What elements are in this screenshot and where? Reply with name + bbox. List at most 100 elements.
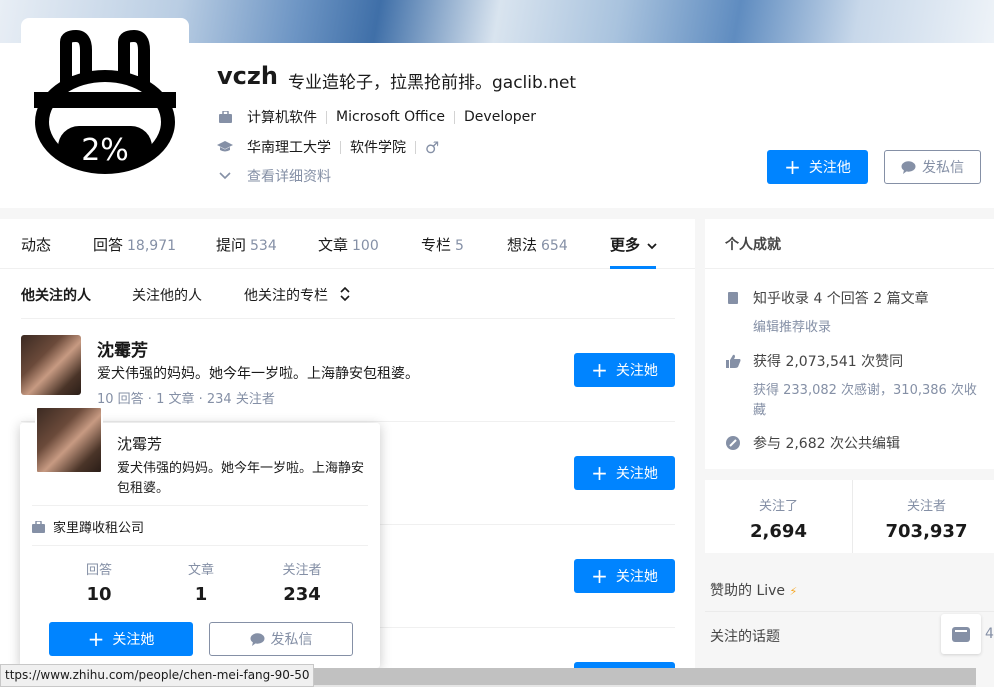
plus-icon: + [591,358,608,382]
education-school: 华南理工大学 [247,140,331,156]
browser-status-bar: ttps://www.zhihu.com/people/chen-mei-fan… [0,664,315,687]
plus-icon: + [591,564,608,588]
user-meta: 10 回答 · 1 文章 · 234 关注者 [97,392,275,407]
popover-stat-followers[interactable]: 关注者 234 [262,559,342,605]
tab-answers[interactable]: 回答 18,971 [93,234,176,255]
popover-stat-answers[interactable]: 回答 10 [59,559,139,605]
user-bio: 爱犬伟强的妈妈。她今年一岁啦。上海静安包租婆。 [97,366,419,382]
collected-row: 知乎收录 4 个回答 2 篇文章 [725,288,929,308]
send-message-label: 发私信 [922,160,964,176]
popover-user-bio: 爱犬伟强的妈妈。她今年一岁啦。上海静安包租婆。 [117,461,365,496]
tab-columns[interactable]: 专栏 5 [421,234,464,255]
divider [705,611,994,612]
popover-avatar[interactable] [35,406,103,474]
follow-her-label: 关注她 [615,363,658,379]
graduation-cap-icon [217,139,233,155]
plus-icon: + [784,155,801,179]
popover-follow-label: 关注她 [112,632,155,648]
bookmark-icon [725,290,741,306]
divider [326,110,327,124]
popover-stat-articles[interactable]: 文章 1 [161,559,241,605]
chevron-down-icon [647,236,657,254]
pencil-circle-icon [725,435,741,451]
chevron-down-icon [217,168,233,184]
follow-counts-card: 关注了 2,694 关注者 703,937 [705,480,994,553]
send-message-button[interactable]: 发私信 [884,150,981,184]
following-label: 关注了 [758,499,798,514]
follow-her-label: 关注她 [615,466,658,482]
follow-her-label: 关注她 [615,569,658,585]
subtab-followed-columns[interactable]: 他关注的专栏 [244,285,351,305]
popover-message-button[interactable]: 发私信 [209,622,353,656]
subtab-followers[interactable]: 关注他的人 [132,285,202,305]
follow-her-button[interactable]: + 关注她 [574,456,675,490]
followed-topics-link[interactable]: 关注的话题 [710,626,780,646]
edit-recommend-link[interactable]: 编辑推荐收录 [753,318,831,338]
stat-label: 关注者 [282,563,322,578]
feedback-float-button[interactable] [941,614,981,654]
popover-message-label: 发私信 [270,632,313,648]
briefcase-icon [217,109,233,125]
tab-articles[interactable]: 文章 100 [318,234,379,255]
stat-value: 1 [194,584,208,605]
tab-thoughts[interactable]: 想法 654 [507,234,568,255]
tab-activity[interactable]: 动态 [21,234,51,255]
popover-follow-button[interactable]: + 关注她 [49,622,193,656]
divider [32,545,368,546]
profile-avatar[interactable]: 2% [21,18,189,186]
achievements-title: 个人成就 [725,237,781,253]
topics-count-partial: 4 [985,626,994,642]
follow-him-label: 关注他 [808,160,851,176]
follow-him-button[interactable]: + 关注他 [767,150,868,184]
collected-text: 知乎收录 4 个回答 2 篇文章 [753,291,929,307]
user-name[interactable]: 沈霉芳 [97,336,148,361]
stat-label: 回答 [85,563,112,578]
briefcase-icon [32,520,45,533]
edits-row: 参与 2,682 次公共编辑 [725,433,900,453]
work-industry: 计算机软件 [247,110,317,126]
divider [21,421,675,422]
divider [454,110,456,124]
divider [32,505,368,506]
followers-count[interactable]: 关注者 703,937 [853,495,994,542]
tab-more[interactable]: 更多 [610,234,657,255]
work-company: Microsoft Office [336,109,446,125]
popover-company: 家里蹲收租公司 [32,517,144,536]
user-hover-card: 沈霉芳 爱犬伟强的妈妈。她今年一岁啦。上海静安包租婆。 家里蹲收租公司 回答 1… [20,406,380,668]
follow-her-button[interactable]: + 关注她 [574,353,675,387]
popover-user-name[interactable]: 沈霉芳 [117,433,162,454]
achievements-card: 个人成就 知乎收录 4 个回答 2 篇文章 编辑推荐收录 获得 2,073,54… [705,219,994,469]
view-details-link[interactable]: 查看详细资料 [217,166,331,186]
feedback-icon [952,626,970,642]
user-avatar[interactable] [21,335,81,395]
sort-arrows-icon [340,286,351,305]
thumbs-up-icon [725,353,741,369]
tab-questions[interactable]: 提问 534 [216,234,277,255]
education-major: 软件学院 [350,140,406,156]
popover-company-name: 家里蹲收租公司 [53,521,145,536]
profile-headline: 专业造轮子，拉黑抢前排。gaclib.net [288,73,577,93]
following-count[interactable]: 关注了 2,694 [705,495,852,542]
divider [705,268,994,269]
chat-bubble-icon [901,160,916,174]
stat-value: 10 [86,584,112,605]
lightning-icon: ⚡ [789,585,798,598]
scrollbar-thumb[interactable] [300,668,976,685]
divider [415,140,416,154]
subtab-following[interactable]: 他关注的人 [21,285,91,305]
education-info: 华南理工大学 软件学院 ♂ [217,137,439,157]
following-value: 2,694 [750,521,807,542]
avatar-text: 2% [81,133,129,168]
plus-icon: + [87,627,105,651]
stat-label: 文章 [187,563,214,578]
follow-her-button[interactable]: + 关注她 [574,559,675,593]
followers-value: 703,937 [885,521,968,542]
view-details-label: 查看详细资料 [247,169,331,185]
work-position: Developer [464,109,537,125]
male-gender-icon: ♂ [425,137,440,157]
sponsored-live-link[interactable]: 赞助的 Live ⚡ [710,580,797,600]
upvotes-text: 获得 2,073,541 次赞同 [753,354,904,370]
plus-icon: + [591,461,608,485]
work-info: 计算机软件 Microsoft Office Developer [217,107,536,127]
horizontal-scrollbar[interactable] [300,668,976,687]
